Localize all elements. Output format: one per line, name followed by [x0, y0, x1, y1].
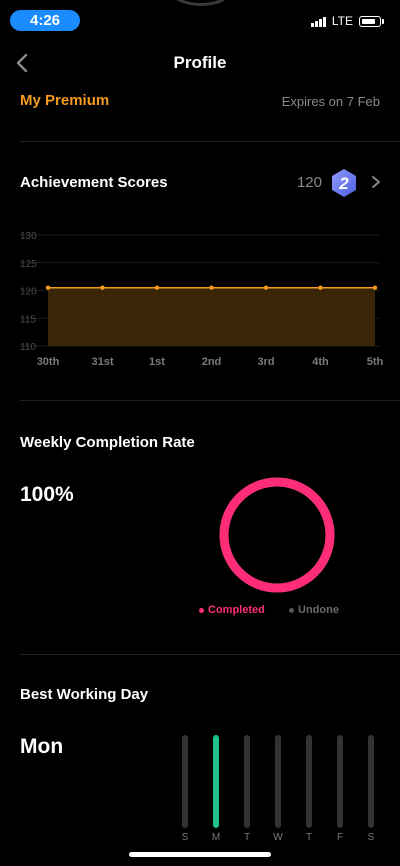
achievement-chart: 110 115 120 125 130 30th 31st 1st 2nd 3rd 4th 5th	[20, 231, 384, 368]
weekday-bar	[244, 735, 250, 828]
weekly-title: Weekly Completion Rate	[20, 434, 195, 451]
divider	[20, 141, 400, 142]
weekday-label: W	[273, 832, 283, 843]
x-tick-label: 3rd	[257, 356, 274, 368]
y-tick-label: 125	[20, 259, 37, 270]
legend-dot	[199, 607, 204, 613]
data-point	[45, 285, 51, 290]
x-tick-label: 1st	[149, 356, 165, 368]
completed-arc	[219, 477, 335, 593]
y-tick-label: 120	[20, 287, 37, 298]
legend-label: Undone	[298, 604, 339, 616]
divider	[20, 654, 400, 655]
data-point	[154, 285, 160, 290]
data-point	[209, 285, 214, 290]
status-time: 4:26	[10, 10, 80, 31]
best-day-title: Best Working Day	[20, 686, 149, 703]
home-indicator[interactable]	[129, 852, 271, 857]
completion-rate: 100%	[20, 483, 74, 506]
signal-icon	[310, 16, 326, 27]
data-point	[318, 285, 323, 290]
weekday-bar	[213, 735, 219, 828]
divider	[20, 400, 400, 401]
legend-dot	[289, 607, 294, 613]
weekday-bar	[368, 735, 374, 828]
premium-expiry: Expires on 7 Feb	[281, 94, 380, 109]
achievement-title: Achievement Scores	[20, 174, 168, 191]
weekday-label: T	[243, 832, 251, 843]
battery-tip	[382, 18, 384, 24]
y-tick-label: 115	[20, 314, 36, 325]
weekday-label: S	[181, 832, 189, 843]
achievement-score: 120	[296, 174, 322, 191]
camera-notch	[170, 0, 232, 6]
my-premium-link[interactable]: My Premium	[20, 92, 109, 109]
weekday-bar	[275, 735, 281, 828]
completion-ring	[219, 477, 335, 593]
page-title: Profile	[173, 53, 227, 72]
y-tick-label: 110	[20, 342, 36, 353]
data-point	[100, 285, 105, 290]
x-tick-label: 2nd	[202, 356, 222, 368]
level-number: 2	[338, 174, 349, 193]
x-tick-label: 31st	[91, 356, 113, 368]
status-indicators: LTE	[310, 14, 384, 28]
legend-label: Completed	[208, 604, 265, 616]
y-tick-label: 130	[20, 231, 37, 242]
weekday-bar	[337, 735, 343, 828]
best-day-value: Mon	[20, 735, 64, 758]
x-tick-label: 4th	[312, 356, 329, 368]
area-fill	[48, 287, 375, 346]
weekday-label: S	[367, 832, 375, 843]
data-point	[263, 285, 269, 290]
x-tick-label: 5th	[367, 356, 384, 368]
weekday-label: T	[305, 832, 313, 843]
legend-completed: Completed	[199, 604, 265, 616]
weekday-bar	[182, 735, 188, 828]
weekday-label: M	[211, 832, 221, 843]
network-label: LTE	[331, 14, 353, 28]
chevron-right-icon[interactable]	[370, 175, 382, 189]
weekday-label: F	[336, 832, 344, 843]
x-tick-label: 30th	[37, 356, 60, 368]
weekday-bar	[306, 735, 312, 828]
battery-icon	[359, 15, 381, 27]
legend-undone: Undone	[289, 604, 339, 616]
level-badge-icon: 2	[332, 169, 356, 197]
data-point	[372, 285, 378, 290]
